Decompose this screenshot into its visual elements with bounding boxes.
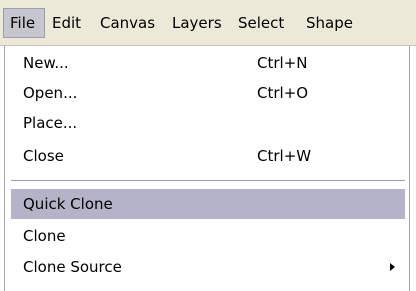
menu-item-open-label: Open...: [23, 84, 78, 102]
menu-select-label: Select: [238, 14, 285, 32]
menu-item-quick-clone[interactable]: Quick Clone: [11, 189, 405, 219]
menu-item-close[interactable]: Close Ctrl+W: [11, 141, 405, 171]
menu-item-clone[interactable]: Clone: [11, 221, 405, 251]
menu-item-close-label: Close: [23, 147, 64, 165]
menu-file-label: File: [10, 14, 36, 32]
menu-item-new-label: New...: [23, 54, 69, 72]
menu-item-open-shortcut: Ctrl+O: [257, 84, 309, 102]
menu-bar: File Edit Canvas Layers Select Shape: [0, 0, 416, 46]
menu-layers-label: Layers: [172, 14, 222, 32]
menu-file[interactable]: File: [3, 8, 45, 38]
menu-canvas-label: Canvas: [100, 14, 156, 32]
menu-select[interactable]: Select: [238, 9, 284, 37]
menu-item-clone-source[interactable]: Clone Source: [11, 252, 405, 282]
menu-separator: [11, 180, 405, 182]
menu-edit-label: Edit: [52, 14, 82, 32]
menu-layers[interactable]: Layers: [172, 9, 222, 37]
menu-item-clone-source-label: Clone Source: [23, 258, 122, 276]
menu-edit[interactable]: Edit: [52, 9, 81, 37]
menu-item-new-shortcut: Ctrl+N: [257, 54, 308, 72]
file-menu-dropdown: New... Ctrl+N Open... Ctrl+O Place... Cl…: [4, 46, 410, 291]
menu-item-quick-clone-label: Quick Clone: [23, 195, 113, 213]
menu-item-close-shortcut: Ctrl+W: [257, 147, 312, 165]
menu-shape[interactable]: Shape: [306, 9, 353, 37]
triangle-right-icon: [390, 263, 395, 271]
menu-item-clone-label: Clone: [23, 227, 66, 245]
menu-item-new[interactable]: New... Ctrl+N: [11, 48, 405, 78]
menu-canvas[interactable]: Canvas: [100, 9, 155, 37]
menu-shape-label: Shape: [306, 14, 353, 32]
menu-item-place[interactable]: Place...: [11, 108, 405, 138]
menu-item-place-label: Place...: [23, 114, 78, 132]
menu-item-open[interactable]: Open... Ctrl+O: [11, 78, 405, 108]
